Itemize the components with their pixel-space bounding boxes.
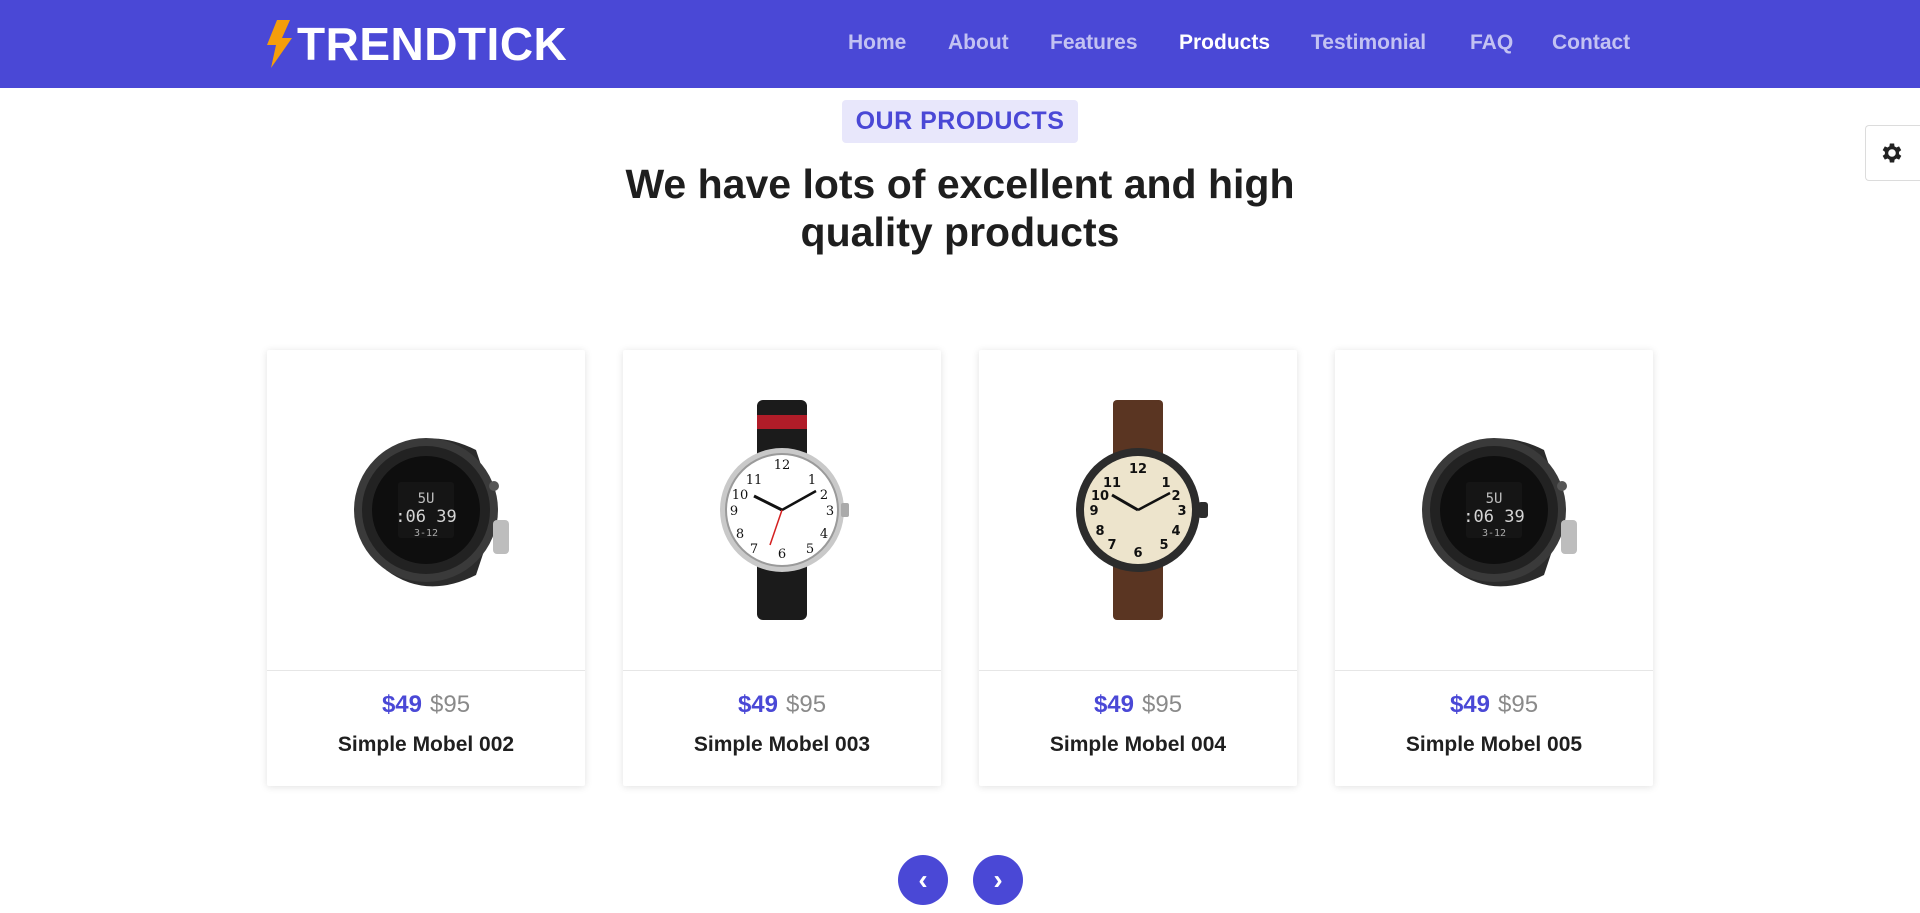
svg-text:8: 8 <box>736 527 744 542</box>
svg-text:12: 12 <box>1129 462 1147 477</box>
carousel-prev-button[interactable]: ‹ <box>898 855 948 905</box>
product-image: 5U :06 39 3-12 <box>267 350 585 670</box>
svg-text:4: 4 <box>820 527 828 542</box>
svg-text:9: 9 <box>1089 504 1098 519</box>
svg-text:3: 3 <box>1177 504 1186 519</box>
product-price: $49 $95 <box>979 690 1297 720</box>
card-divider <box>623 670 941 671</box>
svg-text:11: 11 <box>746 473 763 488</box>
svg-text:10: 10 <box>1091 489 1109 504</box>
product-image: 5U :06 39 3-12 <box>1335 350 1653 670</box>
old-price: $95 <box>1142 691 1183 718</box>
svg-text:2: 2 <box>1171 489 1180 504</box>
svg-text:7: 7 <box>1107 538 1116 553</box>
svg-text:5U: 5U <box>418 491 435 507</box>
nav-faq[interactable]: FAQ <box>1470 30 1513 56</box>
svg-text:5: 5 <box>1159 538 1168 553</box>
svg-text:3: 3 <box>826 504 834 519</box>
nav-contact[interactable]: Contact <box>1552 30 1630 56</box>
product-price: $49 $95 <box>623 690 941 720</box>
svg-text:3-12: 3-12 <box>414 528 438 539</box>
nav-products[interactable]: Products <box>1179 30 1270 56</box>
svg-text:12: 12 <box>774 458 791 473</box>
current-price: $49 <box>1093 691 1134 718</box>
field-watch-image: 12 6 3 9 12 45 78 1011 <box>1076 400 1208 620</box>
nav-about[interactable]: About <box>948 30 1009 56</box>
svg-text:1: 1 <box>1161 476 1170 491</box>
product-image: 12 6 3 9 12 45 78 10 11 <box>623 350 941 670</box>
current-price: $49 <box>1449 691 1490 718</box>
gear-icon <box>1882 143 1902 163</box>
svg-text:3-12: 3-12 <box>1482 528 1506 539</box>
svg-text:1: 1 <box>808 473 816 488</box>
svg-text:5U: 5U <box>1486 491 1503 507</box>
current-price: $49 <box>381 691 422 718</box>
section-headline: We have lots of excellent and high quali… <box>560 160 1360 256</box>
headline-line-2: quality products <box>800 209 1120 255</box>
analog-watch-image: 12 6 3 9 12 45 78 1011 <box>720 400 849 620</box>
nav-testimonial[interactable]: Testimonial <box>1311 30 1426 56</box>
svg-text:4: 4 <box>1171 524 1180 539</box>
product-card[interactable]: 12 6 3 9 12 45 78 10 11 $49 $95 Simple Mobel… <box>979 350 1297 786</box>
svg-text::06 39: :06 39 <box>1463 507 1524 527</box>
main-nav: Home About Features Products Testimonial… <box>0 0 1920 88</box>
product-name[interactable]: Simple Mobel 003 <box>623 732 941 758</box>
old-price: $95 <box>430 691 471 718</box>
navbar: TRENDTICK Home About Features Products T… <box>0 0 1920 88</box>
card-divider <box>1335 670 1653 671</box>
svg-text:11: 11 <box>1103 476 1121 491</box>
product-name[interactable]: Simple Mobel 002 <box>267 732 585 758</box>
product-image: 12 6 3 9 12 45 78 10 11 <box>979 350 1297 670</box>
card-divider <box>979 670 1297 671</box>
svg-text:6: 6 <box>1133 546 1142 561</box>
carousel-next-button[interactable]: › <box>973 855 1023 905</box>
product-price: $49 $95 <box>1335 690 1653 720</box>
nav-home[interactable]: Home <box>848 30 906 56</box>
section-badge: OUR PRODUCTS <box>842 100 1078 143</box>
product-card[interactable]: 5U :06 39 3-12 $49 $95 Simple Mobel 005 <box>1335 350 1653 786</box>
old-price: $95 <box>1498 691 1539 718</box>
product-card[interactable]: 5U :06 39 3-12 $49 $95 Simple Mobel 002 <box>267 350 585 786</box>
svg-text:7: 7 <box>750 542 758 557</box>
old-price: $95 <box>786 691 827 718</box>
svg-text:5: 5 <box>806 542 814 557</box>
product-price: $49 $95 <box>267 690 585 720</box>
chevron-left-icon: ‹ <box>918 864 928 895</box>
svg-text:10: 10 <box>732 488 749 503</box>
svg-text:8: 8 <box>1095 524 1104 539</box>
digital-watch-image: 5U :06 39 3-12 <box>354 438 509 587</box>
card-divider <box>267 670 585 671</box>
nav-features[interactable]: Features <box>1050 30 1138 56</box>
svg-text:9: 9 <box>730 504 738 519</box>
product-name[interactable]: Simple Mobel 005 <box>1335 732 1653 758</box>
chevron-right-icon: › <box>993 864 1003 895</box>
settings-button[interactable] <box>1865 125 1920 181</box>
digital-watch-image: 5U :06 39 3-12 <box>1422 438 1577 587</box>
product-card[interactable]: 12 6 3 9 12 45 78 10 11 $49 $95 Simple Mobel… <box>623 350 941 786</box>
product-name[interactable]: Simple Mobel 004 <box>979 732 1297 758</box>
svg-text:2: 2 <box>820 488 828 503</box>
svg-text:6: 6 <box>778 547 786 562</box>
current-price: $49 <box>737 691 778 718</box>
headline-line-1: We have lots of excellent and high <box>625 161 1295 207</box>
svg-text::06 39: :06 39 <box>395 507 456 527</box>
